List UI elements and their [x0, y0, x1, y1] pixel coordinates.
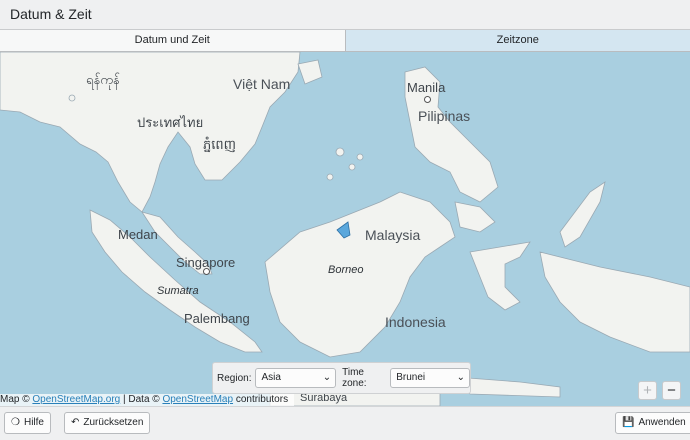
label-indonesia: Indonesia	[385, 314, 446, 330]
label-medan: Medan	[118, 227, 158, 242]
region-value: Asia	[261, 372, 281, 383]
undo-icon: ↶	[71, 417, 80, 428]
label-palembang: Palembang	[184, 311, 250, 326]
label-borneo: Borneo	[328, 264, 364, 276]
label-cambodia: ភ្នំពេញ	[203, 137, 237, 152]
tab-zeitzone[interactable]: Zeitzone	[344, 30, 690, 51]
label-myanmar: ရန်ကုန်	[86, 72, 120, 87]
label-malaysia: Malaysia	[365, 227, 421, 243]
label-thailand: ประเทศไทย	[137, 115, 204, 130]
attribution-prefix: Map ©	[0, 394, 30, 405]
timezone-value: Brunei	[396, 372, 426, 383]
region-combobox[interactable]: Asia ⌄	[255, 368, 337, 388]
tab-datum-und-zeit[interactable]: Datum und Zeit	[0, 30, 345, 51]
attribution-middle: | Data ©	[123, 394, 160, 405]
save-icon: 💾	[622, 417, 635, 428]
apply-button-label: Anwenden	[638, 417, 686, 428]
window-title: Datum & Zeit	[0, 0, 690, 29]
zoom-in-button[interactable]: +	[638, 381, 657, 400]
help-button-label: Hilfe	[23, 417, 44, 428]
attribution-suffix: contributors	[235, 394, 289, 405]
link-openstreetmap[interactable]: OpenStreetMap	[162, 394, 233, 405]
timezone-combobox[interactable]: Brunei ⌄	[390, 368, 470, 388]
timezone-selector: Region: Asia ⌄ Time zone: Brunei ⌄	[212, 362, 471, 394]
city-dot-manila	[424, 96, 431, 103]
tab-bar: Datum und Zeit Zeitzone	[0, 29, 690, 52]
label-sumatra: Sumatra	[157, 285, 199, 297]
help-lifebuoy-icon: ❍	[11, 417, 20, 428]
zoom-out-button[interactable]: −	[662, 381, 681, 400]
reset-button-label: Zurücksetzen	[83, 417, 144, 428]
region-label: Region:	[217, 372, 252, 384]
timezone-map[interactable]: ရန်ကုန် Việt Nam ประเทศไทย ភ្នំពេញ Manil…	[0, 52, 690, 406]
timezone-label: Time zone:	[342, 367, 367, 389]
apply-button[interactable]: 💾 Anwenden	[615, 412, 690, 434]
map-landmass	[0, 52, 690, 406]
label-manila: Manila	[407, 80, 446, 95]
city-dot-singapore	[203, 268, 210, 275]
reset-button[interactable]: ↶ Zurücksetzen	[64, 412, 151, 434]
button-bar: ❍ Hilfe ↶ Zurücksetzen 💾 Anwenden	[0, 406, 690, 440]
chevron-down-icon: ⌄	[456, 372, 465, 383]
label-vietnam: Việt Nam	[233, 76, 291, 92]
label-pilipinas: Pilipinas	[418, 108, 471, 124]
link-openstreetmap-org[interactable]: OpenStreetMap.org	[32, 394, 120, 405]
chevron-down-icon: ⌄	[322, 372, 332, 383]
help-button[interactable]: ❍ Hilfe	[4, 412, 51, 434]
map-attribution: Map © OpenStreetMap.org | Data © OpenStr…	[0, 394, 295, 406]
